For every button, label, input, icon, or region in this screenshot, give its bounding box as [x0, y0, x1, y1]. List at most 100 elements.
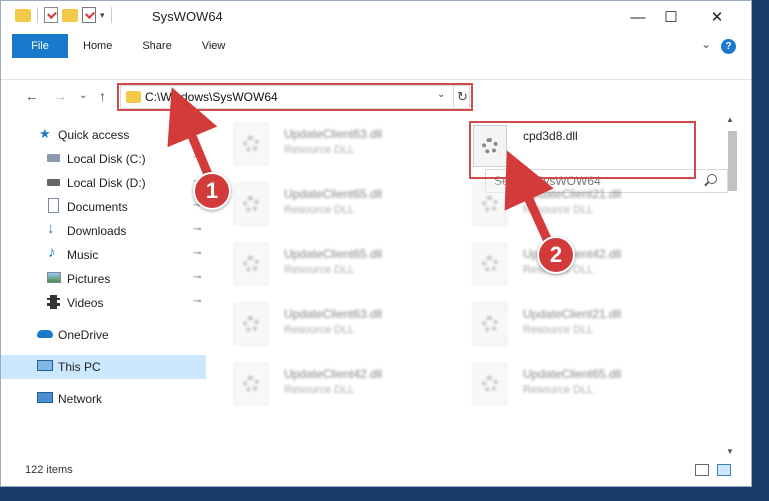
- list-item[interactable]: UpdateClient65.dll Resource DLL: [234, 179, 464, 231]
- sidebar-item-local-disk-c[interactable]: Local Disk (C:) ⊸: [1, 147, 206, 171]
- list-item[interactable]: UpdateClient63.dll Resource DLL: [234, 299, 464, 351]
- forward-button[interactable]: →: [53, 88, 67, 104]
- sidebar-item-downloads[interactable]: ↓ Downloads ⊸: [1, 219, 206, 243]
- star-icon: ★: [39, 126, 51, 141]
- file-type: Resource DLL: [523, 324, 594, 336]
- sidebar-item-pictures[interactable]: Pictures ⊸: [1, 267, 206, 291]
- help-icon[interactable]: ?: [721, 39, 736, 54]
- sidebar-item-music[interactable]: ♪ Music ⊸: [1, 243, 206, 267]
- step-1-badge: 1: [193, 172, 231, 210]
- sidebar-item-videos[interactable]: Videos ⊸: [1, 291, 206, 315]
- dll-file-icon: [473, 183, 507, 225]
- sidebar-item-label: Network: [58, 392, 103, 406]
- file-name: UpdateClient42.dll: [284, 367, 383, 381]
- quick-access-toolbar: ▾: [15, 7, 114, 23]
- list-item[interactable]: UpdateClient21.dll Resource DLL: [473, 299, 703, 351]
- sidebar-item-label: Documents: [67, 200, 128, 214]
- file-type: Resource DLL: [284, 264, 355, 276]
- scrollbar-thumb[interactable]: [728, 131, 737, 191]
- dll-file-icon: [234, 363, 268, 405]
- ribbon-divider: [1, 56, 751, 80]
- scroll-up-icon[interactable]: ▲: [726, 115, 734, 124]
- cloud-icon: [37, 330, 53, 338]
- gear-icon: [482, 316, 498, 332]
- file-type: Resource DLL: [284, 324, 355, 336]
- list-item[interactable]: UpdateClient42.dll Resource DLL: [234, 359, 464, 411]
- drive-icon: [47, 179, 60, 186]
- tab-file[interactable]: File: [12, 34, 68, 58]
- sidebar-item-label: Music: [67, 248, 99, 262]
- pin-icon[interactable]: ⊸: [193, 224, 201, 235]
- navigation-pane: ★ Quick access Local Disk (C:) ⊸ Local D…: [1, 119, 206, 459]
- file-name: UpdateClient21.dll: [523, 307, 622, 321]
- sidebar-item-network[interactable]: Network: [1, 387, 206, 411]
- sidebar-item-documents[interactable]: Documents ⊸: [1, 195, 206, 219]
- status-bar: 122 items: [1, 459, 751, 483]
- file-name: UpdateClient63.dll: [284, 307, 383, 321]
- toolbar-divider: [110, 7, 112, 23]
- sidebar-item-this-pc[interactable]: This PC: [1, 355, 206, 379]
- tab-share[interactable]: Share: [127, 34, 186, 58]
- ribbon-tabs: File Home Share View: [1, 34, 240, 58]
- list-item[interactable]: UpdateClient65.dll Resource DLL: [473, 359, 703, 411]
- sidebar-item-label: Downloads: [67, 224, 127, 238]
- computer-icon: [37, 360, 53, 371]
- pin-icon[interactable]: ⊸: [193, 296, 201, 307]
- gear-icon: [243, 316, 259, 332]
- back-button[interactable]: ←: [25, 88, 39, 104]
- recent-locations-button[interactable]: ⌄: [79, 90, 87, 101]
- sidebar-item-label: Local Disk (C:): [67, 152, 146, 166]
- file-type: Resource DLL: [284, 204, 355, 216]
- videos-icon: [47, 295, 60, 309]
- step-2-badge: 2: [537, 236, 575, 274]
- file-type: Resource DLL: [523, 204, 594, 216]
- music-icon: ♪: [48, 244, 56, 261]
- up-button[interactable]: ↑: [99, 88, 106, 104]
- tab-view[interactable]: View: [187, 34, 241, 58]
- customize-icon[interactable]: [82, 7, 96, 23]
- network-icon: [37, 392, 53, 403]
- list-item[interactable]: UpdateClient65.dll Resource DLL: [234, 239, 464, 291]
- folder-icon: [15, 8, 31, 22]
- file-name: UpdateClient65.dll: [284, 247, 383, 261]
- tab-home[interactable]: Home: [68, 34, 127, 58]
- pictures-icon: [47, 272, 61, 283]
- sidebar-item-onedrive[interactable]: OneDrive: [1, 323, 206, 347]
- pin-icon[interactable]: ⊸: [193, 272, 201, 283]
- gear-icon: [243, 136, 259, 152]
- properties-icon[interactable]: [44, 7, 58, 23]
- close-button[interactable]: ✕: [694, 1, 740, 33]
- large-icons-view-icon[interactable]: [717, 464, 731, 476]
- maximize-button[interactable]: ☐: [648, 1, 694, 33]
- vertical-scrollbar[interactable]: ▲ ▼: [725, 113, 739, 463]
- documents-icon: [48, 198, 59, 213]
- pin-icon[interactable]: ⊸: [193, 152, 201, 163]
- new-folder-icon[interactable]: [62, 8, 78, 22]
- file-name: UpdateClient21.dll: [523, 187, 622, 201]
- pin-icon[interactable]: ⊸: [193, 248, 201, 259]
- sidebar-item-local-disk-d[interactable]: Local Disk (D:) ⊸: [1, 171, 206, 195]
- qat-dropdown-icon[interactable]: ▾: [100, 10, 105, 21]
- list-item[interactable]: UpdateClient21.dll Resource DLL: [473, 179, 703, 231]
- dll-file-icon: [234, 183, 268, 225]
- sidebar-item-label: This PC: [58, 360, 101, 374]
- title-bar: ▾ SysWOW64 — ☐ ✕: [1, 1, 751, 33]
- expand-ribbon-icon[interactable]: ⌄: [701, 37, 711, 51]
- list-item[interactable]: UpdateClient63.dll Resource DLL: [234, 119, 464, 171]
- file-type: Resource DLL: [523, 384, 594, 396]
- gear-icon: [482, 196, 498, 212]
- toolbar-divider: [37, 7, 38, 23]
- gear-icon: [482, 256, 498, 272]
- file-name: UpdateClient65.dll: [284, 187, 383, 201]
- dll-file-icon: [234, 303, 268, 345]
- sidebar-item-quick-access[interactable]: ★ Quick access: [1, 123, 206, 147]
- scroll-down-icon[interactable]: ▼: [726, 447, 734, 456]
- gear-icon: [482, 376, 498, 392]
- details-view-icon[interactable]: [695, 464, 709, 476]
- file-name: UpdateClient65.dll: [523, 367, 622, 381]
- window-title: SysWOW64: [152, 9, 223, 24]
- sidebar-item-label: OneDrive: [58, 328, 109, 342]
- list-item[interactable]: UpdateClient42.dll Resource DLL: [473, 239, 703, 291]
- address-highlight-box: [117, 83, 473, 111]
- sidebar-item-label: Local Disk (D:): [67, 176, 146, 190]
